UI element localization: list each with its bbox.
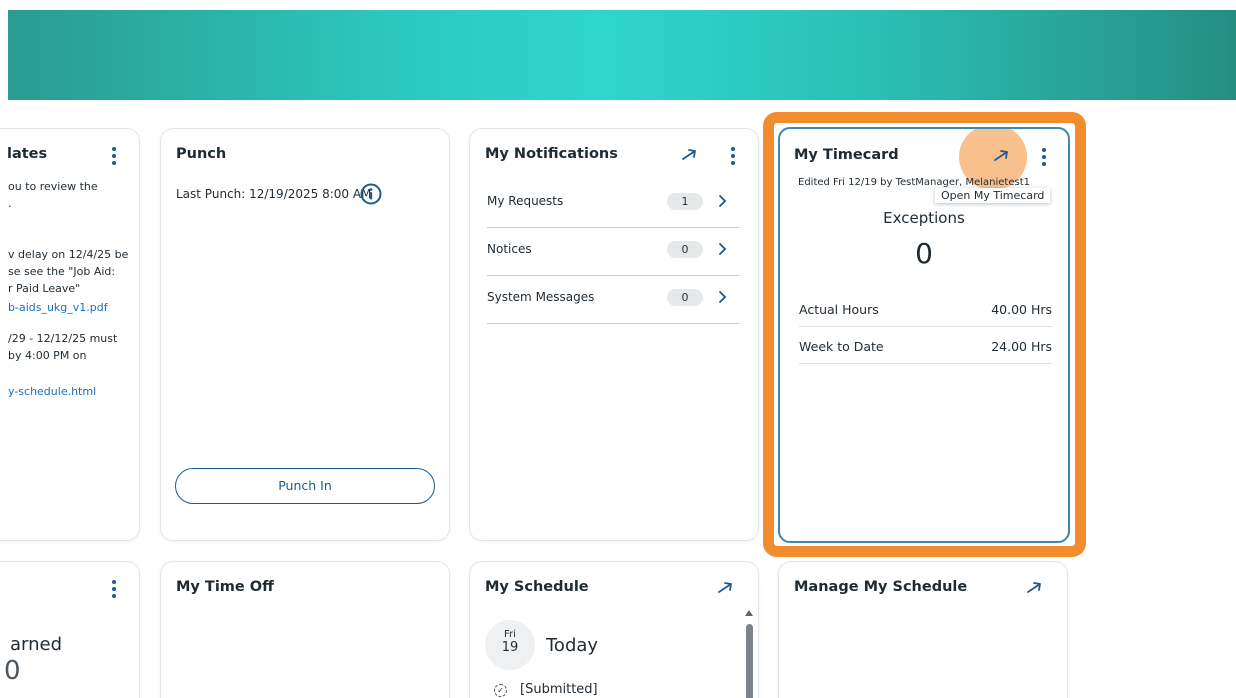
submitted-icon: ✓	[494, 684, 507, 697]
header-banner	[8, 10, 1236, 100]
punch-in-label: Punch In	[278, 478, 332, 493]
punch-in-button[interactable]: Punch In	[175, 468, 435, 504]
list-item[interactable]: Notices 0	[487, 228, 739, 276]
last-punch-text: Last Punch: 12/19/2025 8:00 AM	[176, 187, 372, 201]
card-title: My Time Off	[176, 579, 274, 595]
scroll-up-icon[interactable]	[745, 610, 753, 616]
timecard-row: Actual Hours 40.00 Hrs	[799, 290, 1052, 327]
status-text: [Submitted]	[520, 682, 598, 697]
scrollbar-thumb[interactable]	[745, 624, 753, 698]
day-badge: Fri 19	[485, 620, 535, 670]
list-item-label: Notices	[487, 242, 532, 256]
row-label: Actual Hours	[799, 302, 879, 317]
update-line: r Paid Leave"	[8, 282, 81, 295]
card-title: My Timecard	[794, 147, 899, 163]
accruals-card: arned 0	[0, 562, 139, 698]
update-line: v delay on 12/4/25 be	[8, 248, 129, 261]
punch-card: Punch Last Punch: 12/19/2025 8:00 AM Pun…	[161, 129, 449, 540]
update-line: ou to review the	[8, 180, 98, 193]
chevron-right-icon	[719, 291, 727, 303]
timecard-card: My Timecard Edited Fri 12/19 by TestMana…	[778, 127, 1070, 543]
more-options-icon[interactable]	[1041, 148, 1047, 168]
count-badge: 0	[667, 241, 703, 258]
earned-value: 0	[4, 656, 21, 686]
info-icon[interactable]	[360, 183, 382, 205]
update-line: .	[8, 197, 12, 210]
arrow-right-icon[interactable]	[1026, 580, 1044, 596]
update-line: se see the "Job Aid:	[8, 265, 116, 278]
update-link[interactable]: y-schedule.html	[8, 383, 96, 400]
card-title: My Schedule	[485, 579, 589, 595]
arrow-right-icon[interactable]	[717, 580, 735, 596]
more-options-icon[interactable]	[730, 147, 736, 167]
today-label: Today	[546, 635, 599, 656]
exceptions-label: Exceptions	[883, 209, 965, 227]
card-title: Manage My Schedule	[794, 579, 968, 595]
tooltip-text: Open My Timecard	[941, 189, 1045, 202]
schedule-card: My Schedule Fri 19 Today ✓ [Submitted]	[470, 562, 758, 698]
row-value: 40.00 Hrs	[991, 302, 1052, 317]
update-line: /29 - 12/12/25 must	[8, 332, 118, 345]
update-link[interactable]: b-aids_ukg_v1.pdf	[8, 299, 108, 316]
list-item-label: System Messages	[487, 290, 595, 304]
arrow-right-icon[interactable]	[681, 147, 699, 163]
count-badge: 1	[667, 193, 703, 210]
count-badge: 0	[667, 289, 703, 306]
timecard-row: Week to Date 24.00 Hrs	[799, 327, 1052, 364]
day-name: Fri	[504, 629, 516, 640]
exceptions-count: 0	[915, 237, 933, 270]
more-options-icon[interactable]	[111, 147, 117, 167]
day-number: 19	[501, 640, 519, 655]
notifications-card: My Notifications My Requests 1 Notices 0…	[470, 129, 758, 540]
chevron-right-icon	[719, 243, 727, 255]
tooltip: Open My Timecard	[935, 188, 1051, 203]
list-item-label: My Requests	[487, 194, 564, 208]
card-title: My Notifications	[485, 146, 618, 162]
chevron-right-icon	[719, 195, 727, 207]
time-off-card: My Time Off	[161, 562, 449, 698]
row-value: 24.00 Hrs	[991, 339, 1052, 354]
update-line: by 4:00 PM on	[8, 349, 87, 362]
row-label: Week to Date	[799, 339, 884, 354]
manage-schedule-card: Manage My Schedule	[779, 562, 1067, 698]
card-title: Punch	[176, 146, 227, 162]
list-item[interactable]: My Requests 1	[487, 180, 739, 228]
arrow-right-icon[interactable]	[993, 148, 1011, 164]
updates-card: lates ou to review the . v delay on 12/4…	[0, 129, 139, 540]
more-options-icon[interactable]	[111, 580, 117, 600]
scrollbar[interactable]	[745, 610, 753, 698]
card-title: lates	[7, 146, 48, 162]
earned-label: arned	[10, 634, 63, 655]
list-item[interactable]: System Messages 0	[487, 276, 739, 324]
